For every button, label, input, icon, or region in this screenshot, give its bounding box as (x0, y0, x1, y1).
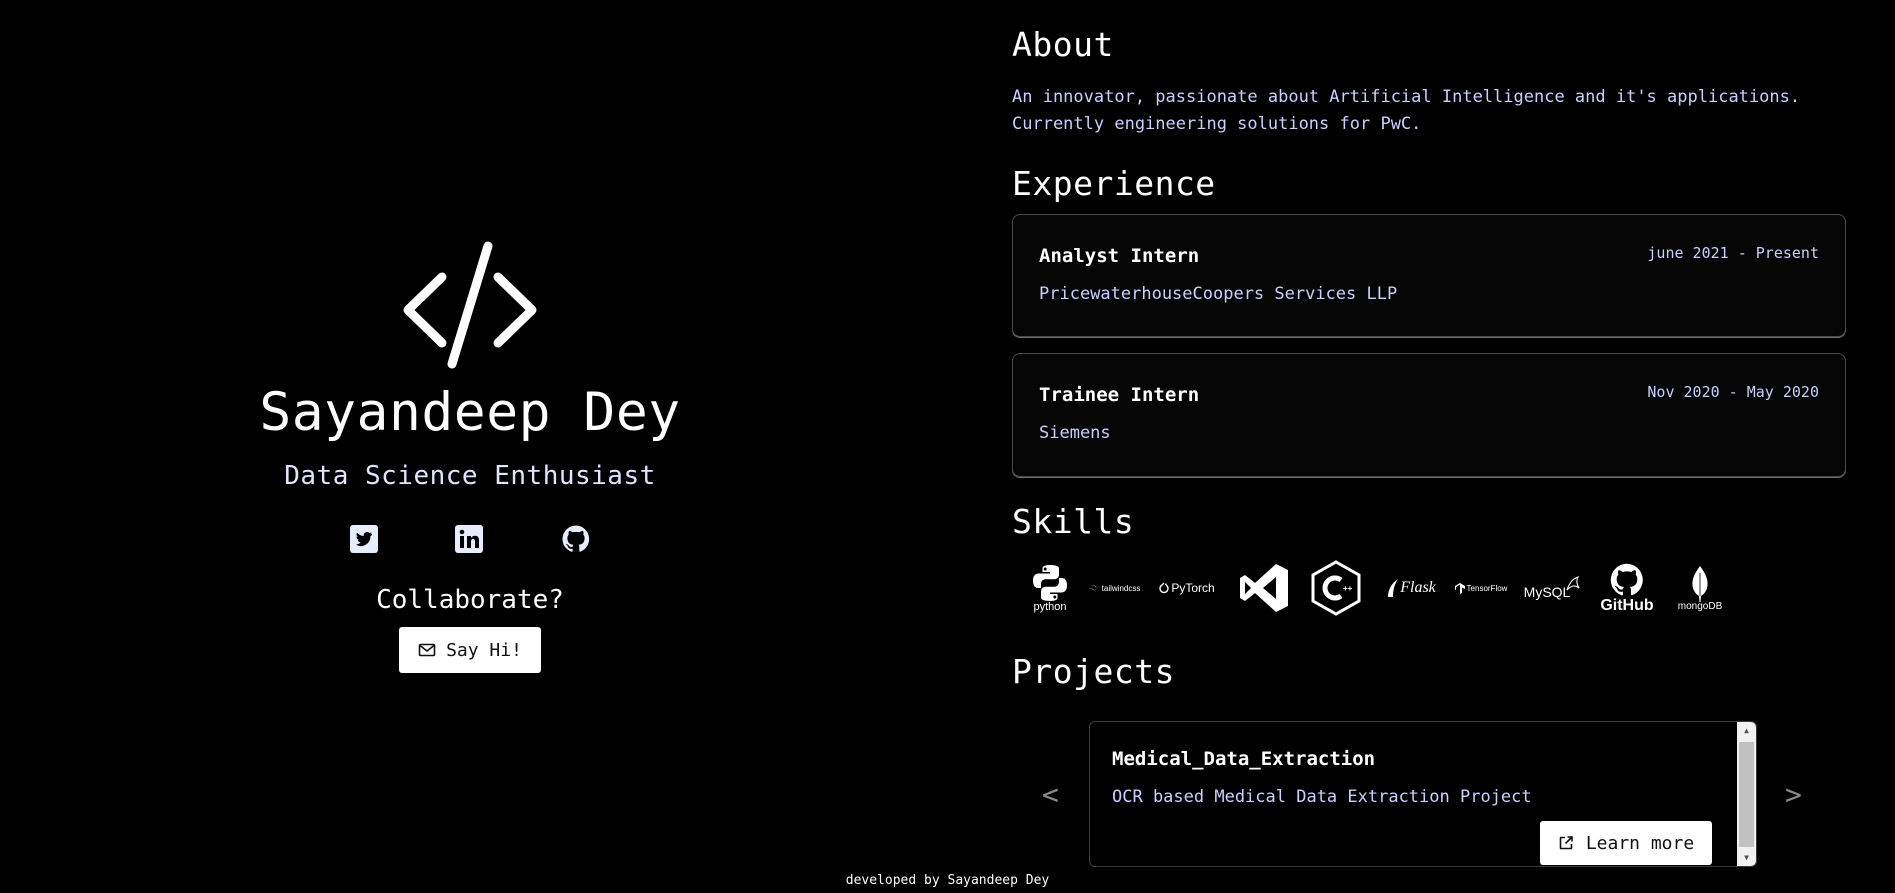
scroll-down-arrow-icon[interactable]: ▼ (1737, 849, 1756, 866)
skill-label: Flask (1400, 579, 1436, 596)
scroll-up-arrow-icon[interactable]: ▲ (1737, 722, 1756, 739)
skill-label: GitHub (1600, 596, 1654, 614)
project-card: Medical_Data_Extraction OCR based Medica… (1089, 721, 1757, 867)
footer-credit: developed by Sayandeep Dey (845, 873, 1050, 888)
scroll-thumb[interactable] (1739, 742, 1754, 847)
carousel-next-button[interactable]: > (1785, 778, 1802, 811)
external-link-icon (1559, 836, 1573, 850)
twitter-link[interactable] (349, 524, 379, 554)
skills-icons: python tailwindcss PyTorch ++ Flask Tens… (1026, 558, 1746, 618)
pytorch-flame (1159, 582, 1169, 594)
tensorflow-icon: TensorFlow (1450, 558, 1512, 618)
skill-label: mongoDB (1677, 600, 1723, 612)
tailwind-wave (1088, 585, 1100, 591)
flask-icon: Flask (1380, 558, 1442, 618)
mail-icon (418, 643, 436, 657)
skill-label: python (1033, 601, 1067, 613)
experience-company: PricewaterhouseCoopers Services LLP (1039, 284, 1398, 304)
learn-more-label: Learn more (1585, 832, 1695, 854)
collaborate-heading: Collaborate? (376, 585, 564, 615)
skill-label: PyTorch (1171, 581, 1215, 595)
projects-heading: Projects (1012, 652, 1175, 691)
cpp-icon: ++ (1308, 558, 1364, 618)
mysql-dolphin (1566, 576, 1580, 591)
linkedin-link[interactable] (454, 524, 484, 554)
say-hi-label: Say Hi! (446, 639, 522, 661)
learn-more-button[interactable]: Learn more (1540, 821, 1712, 865)
hero-tagline: Data Science Enthusiast (284, 461, 656, 491)
hero-section: Sayandeep Dey Data Science Enthusiast Co… (0, 0, 940, 893)
mongodb-leaf (1692, 565, 1708, 602)
social-links (0, 524, 940, 554)
carousel-prev-button[interactable]: < (1042, 778, 1059, 811)
twitter-icon (350, 525, 378, 553)
flask-horn (1388, 579, 1399, 597)
about-line-2: Currently engineering solutions for PwC. (1012, 114, 1422, 134)
python-icon: python (1026, 558, 1074, 618)
portfolio-page: Sayandeep Dey Data Science Enthusiast Co… (0, 0, 1895, 893)
experience-card: Trainee Intern Siemens Nov 2020 - May 20… (1012, 353, 1846, 477)
about-line-1: An innovator, passionate about Artificia… (1012, 87, 1801, 107)
experience-company: Siemens (1039, 423, 1111, 443)
github-icon: GitHub (1596, 558, 1658, 618)
hero-name: Sayandeep Dey (259, 382, 681, 443)
about-text: An innovator, passionate about Artificia… (1012, 84, 1846, 138)
skills-heading: Skills (1012, 502, 1135, 541)
experience-heading: Experience (1012, 164, 1216, 203)
project-scrollbar[interactable]: ▲ ▼ (1737, 722, 1756, 866)
github-link[interactable] (561, 524, 591, 554)
cpp-plus: ++ (1343, 584, 1353, 593)
pytorch-icon: PyTorch (1154, 558, 1220, 618)
say-hi-button[interactable]: Say Hi! (399, 627, 541, 673)
skill-label: tailwindcss (1101, 583, 1141, 593)
skill-label: TensorFlow (1466, 583, 1508, 593)
experience-dates: Nov 2020 - May 2020 (1647, 383, 1819, 401)
skill-label: MySQL (1523, 584, 1571, 600)
vscode-icon (1236, 558, 1292, 618)
project-title: Medical_Data_Extraction (1112, 748, 1376, 770)
about-heading: About (1012, 25, 1114, 64)
code-brackets-logo-icon (403, 241, 537, 369)
vscode-logo (1240, 564, 1288, 612)
experience-dates: june 2021 - Present (1647, 244, 1819, 262)
tailwindcss-icon: tailwindcss (1082, 558, 1146, 618)
experience-role: Analyst Intern (1039, 245, 1200, 267)
mysql-icon: MySQL (1522, 558, 1582, 618)
github-icon (562, 525, 590, 552)
experience-role: Trainee Intern (1039, 384, 1200, 406)
python-logo (1033, 565, 1067, 601)
linkedin-icon (455, 525, 483, 553)
tensorflow-mark (1454, 582, 1465, 594)
project-description: OCR based Medical Data Extraction Projec… (1112, 787, 1532, 807)
cpp-logo: ++ (1311, 560, 1361, 616)
github-logo (1610, 563, 1643, 595)
mongodb-icon: mongoDB (1670, 558, 1730, 618)
experience-card: Analyst Intern PricewaterhouseCoopers Se… (1012, 214, 1846, 337)
